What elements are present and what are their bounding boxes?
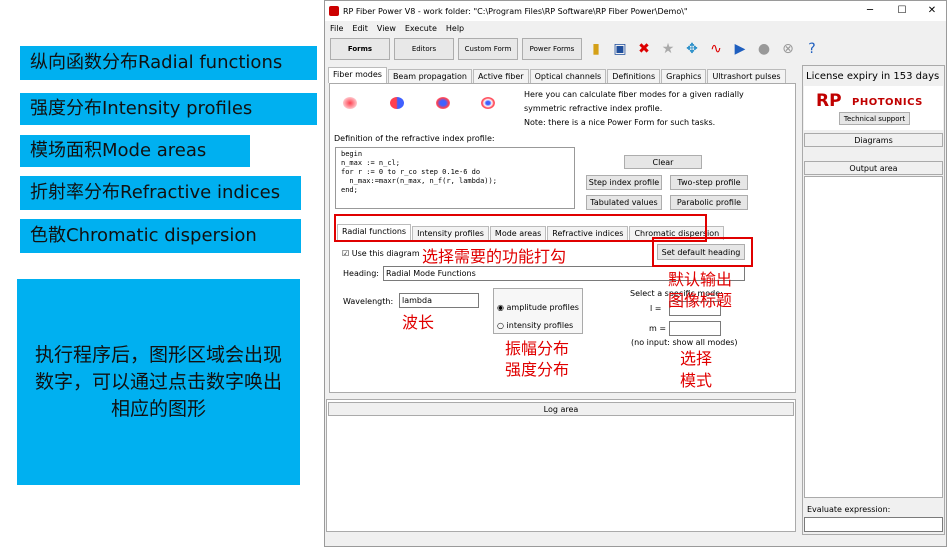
annotation-refractive: 折射率分布Refractive indices (20, 176, 301, 210)
highlight-default-heading (652, 237, 753, 267)
profile-code-editor[interactable]: begin n_max := n_cl; for r := 0 to r_co … (335, 147, 575, 209)
annotation-default-heading-2: 图像标题 (668, 291, 733, 310)
annotation-select-mode-1: 选择 (680, 349, 713, 368)
definition-label: Definition of the refractive index profi… (334, 134, 495, 143)
app-icon (329, 6, 339, 16)
mode-pattern-icon (343, 97, 357, 109)
move-icon[interactable]: ✥ (682, 39, 702, 59)
star-icon[interactable]: ★ (658, 39, 678, 59)
evaluate-label: Evaluate expression: (807, 505, 891, 514)
evaluate-input[interactable] (804, 517, 943, 532)
custom-form-button[interactable]: Custom Form (458, 38, 518, 60)
tab-active-fiber[interactable]: Active fiber (472, 69, 529, 83)
menu-execute[interactable]: Execute (405, 24, 437, 33)
code-line: begin (341, 150, 363, 158)
annotation-default-heading-1: 默认输出 (668, 270, 733, 289)
maximize-button[interactable]: ☐ (887, 1, 917, 21)
log-panel (326, 399, 796, 532)
no-input-hint: (no input: show all modes) (631, 338, 738, 347)
menu-view[interactable]: View (377, 24, 396, 33)
annotation-chromatic: 色散Chromatic dispersion (20, 219, 301, 253)
signal-icon[interactable]: ∿ (706, 39, 726, 59)
description-line-2: symmetric refractive index profile. (524, 104, 663, 113)
l-label: l = (650, 304, 662, 313)
tabulated-values-button[interactable]: Tabulated values (586, 195, 662, 210)
amplitude-label: amplitude profiles (506, 303, 579, 312)
annotation-mode-areas: 模场面积Mode areas (20, 135, 250, 167)
intensity-label: intensity profiles (506, 321, 574, 330)
annotation-note: 执行程序后，图形区域会出现数字，可以通过点击数字唤出相应的图形 (17, 279, 300, 485)
license-expiry: License expiry in 153 days (806, 71, 940, 82)
save-icon[interactable]: ▣ (610, 39, 630, 59)
editors-button[interactable]: Editors (394, 38, 454, 60)
log-area-header: Log area (328, 402, 794, 416)
code-line: n_max := n_cl; (341, 159, 401, 167)
clear-button[interactable]: Clear (624, 155, 702, 169)
annotation-profile-1: 振幅分布 (505, 339, 570, 358)
code-line: n_max:=maxr(n_max, n_f(r, lambda)); (341, 177, 497, 185)
code-line: for r := 0 to r_co step 0.1e-6 do (341, 168, 481, 176)
mode-pattern-icon (390, 97, 404, 109)
cancel-icon[interactable]: ⊗ (778, 39, 798, 59)
logo-photonics-text: PHOTONICS (852, 97, 923, 108)
tab-graphics[interactable]: Graphics (661, 69, 707, 83)
help-icon[interactable]: ? (802, 39, 822, 59)
open-folder-icon[interactable]: ▮ (586, 39, 606, 59)
close-button[interactable]: ✕ (917, 1, 947, 21)
logo-rp-text: RP (816, 91, 842, 111)
amplitude-radio[interactable]: ◉ amplitude profiles (497, 303, 579, 312)
annotation-select-function: 选择需要的功能打勾 (422, 247, 567, 266)
step-index-button[interactable]: Step index profile (586, 175, 662, 190)
m-input[interactable] (669, 321, 721, 336)
tab-definitions[interactable]: Definitions (607, 69, 661, 83)
output-area-header: Output area (804, 161, 943, 175)
menu-bar: File Edit View Execute Help (325, 21, 464, 35)
parabolic-button[interactable]: Parabolic profile (670, 195, 748, 210)
m-label: m = (649, 324, 667, 333)
intensity-radio[interactable]: ○ intensity profiles (497, 321, 573, 330)
play-icon[interactable]: ▶ (730, 39, 750, 59)
annotation-wavelength: 波长 (402, 313, 435, 332)
tab-ultrashort-pulses[interactable]: Ultrashort pulses (707, 69, 786, 83)
power-forms-button[interactable]: Power Forms (522, 38, 582, 60)
annotation-radial: 纵向函数分布Radial functions (20, 46, 317, 80)
menu-file[interactable]: File (330, 24, 343, 33)
title-bar: RP Fiber Power V8 - work folder: "C:\Pro… (325, 1, 946, 21)
annotation-select-mode-2: 模式 (680, 371, 713, 390)
tab-fiber-modes[interactable]: Fiber modes (328, 67, 387, 83)
forms-button[interactable]: Forms (330, 38, 390, 60)
note-text: 执行程序后，图形区域会出现数字，可以通过点击数字唤出相应的图形 (35, 343, 283, 420)
menu-edit[interactable]: Edit (352, 24, 368, 33)
mode-pattern-icon (436, 97, 450, 109)
technical-support-button[interactable]: Technical support (839, 112, 910, 125)
toolbar: Forms Editors Custom Form Power Forms ▮ … (330, 37, 822, 61)
menu-help[interactable]: Help (446, 24, 464, 33)
delete-icon[interactable]: ✖ (634, 39, 654, 59)
mode-pattern-icon (481, 97, 495, 109)
code-line: end; (341, 186, 358, 194)
wavelength-input[interactable]: lambda (399, 293, 479, 308)
window-title: RP Fiber Power V8 - work folder: "C:\Pro… (343, 6, 688, 16)
tab-optical-channels[interactable]: Optical channels (529, 69, 607, 83)
use-diagram-checkbox[interactable]: ☑ Use this diagram (342, 249, 420, 258)
photonics-logo: PHOTONICS (852, 97, 923, 108)
rp-logo: RP (816, 91, 842, 111)
description-line-3: Note: there is a nice Power Form for suc… (524, 118, 716, 127)
diagrams-header[interactable]: Diagrams (804, 133, 943, 147)
wavelength-label: Wavelength: (343, 297, 394, 306)
two-step-button[interactable]: Two-step profile (670, 175, 748, 190)
tab-beam-propagation[interactable]: Beam propagation (387, 69, 472, 83)
minimize-button[interactable]: ─ (855, 1, 885, 21)
description-line-1: Here you can calculate fiber modes for a… (524, 90, 744, 99)
main-tabs: Fiber modes Beam propagation Active fibe… (328, 67, 787, 83)
stop-icon[interactable]: ● (754, 39, 774, 59)
use-diagram-label: Use this diagram (351, 249, 420, 258)
annotation-profile-2: 强度分布 (505, 360, 570, 379)
heading-label: Heading: (343, 269, 379, 278)
annotation-intensity: 强度分布Intensity profiles (20, 93, 317, 125)
output-area (804, 176, 943, 498)
